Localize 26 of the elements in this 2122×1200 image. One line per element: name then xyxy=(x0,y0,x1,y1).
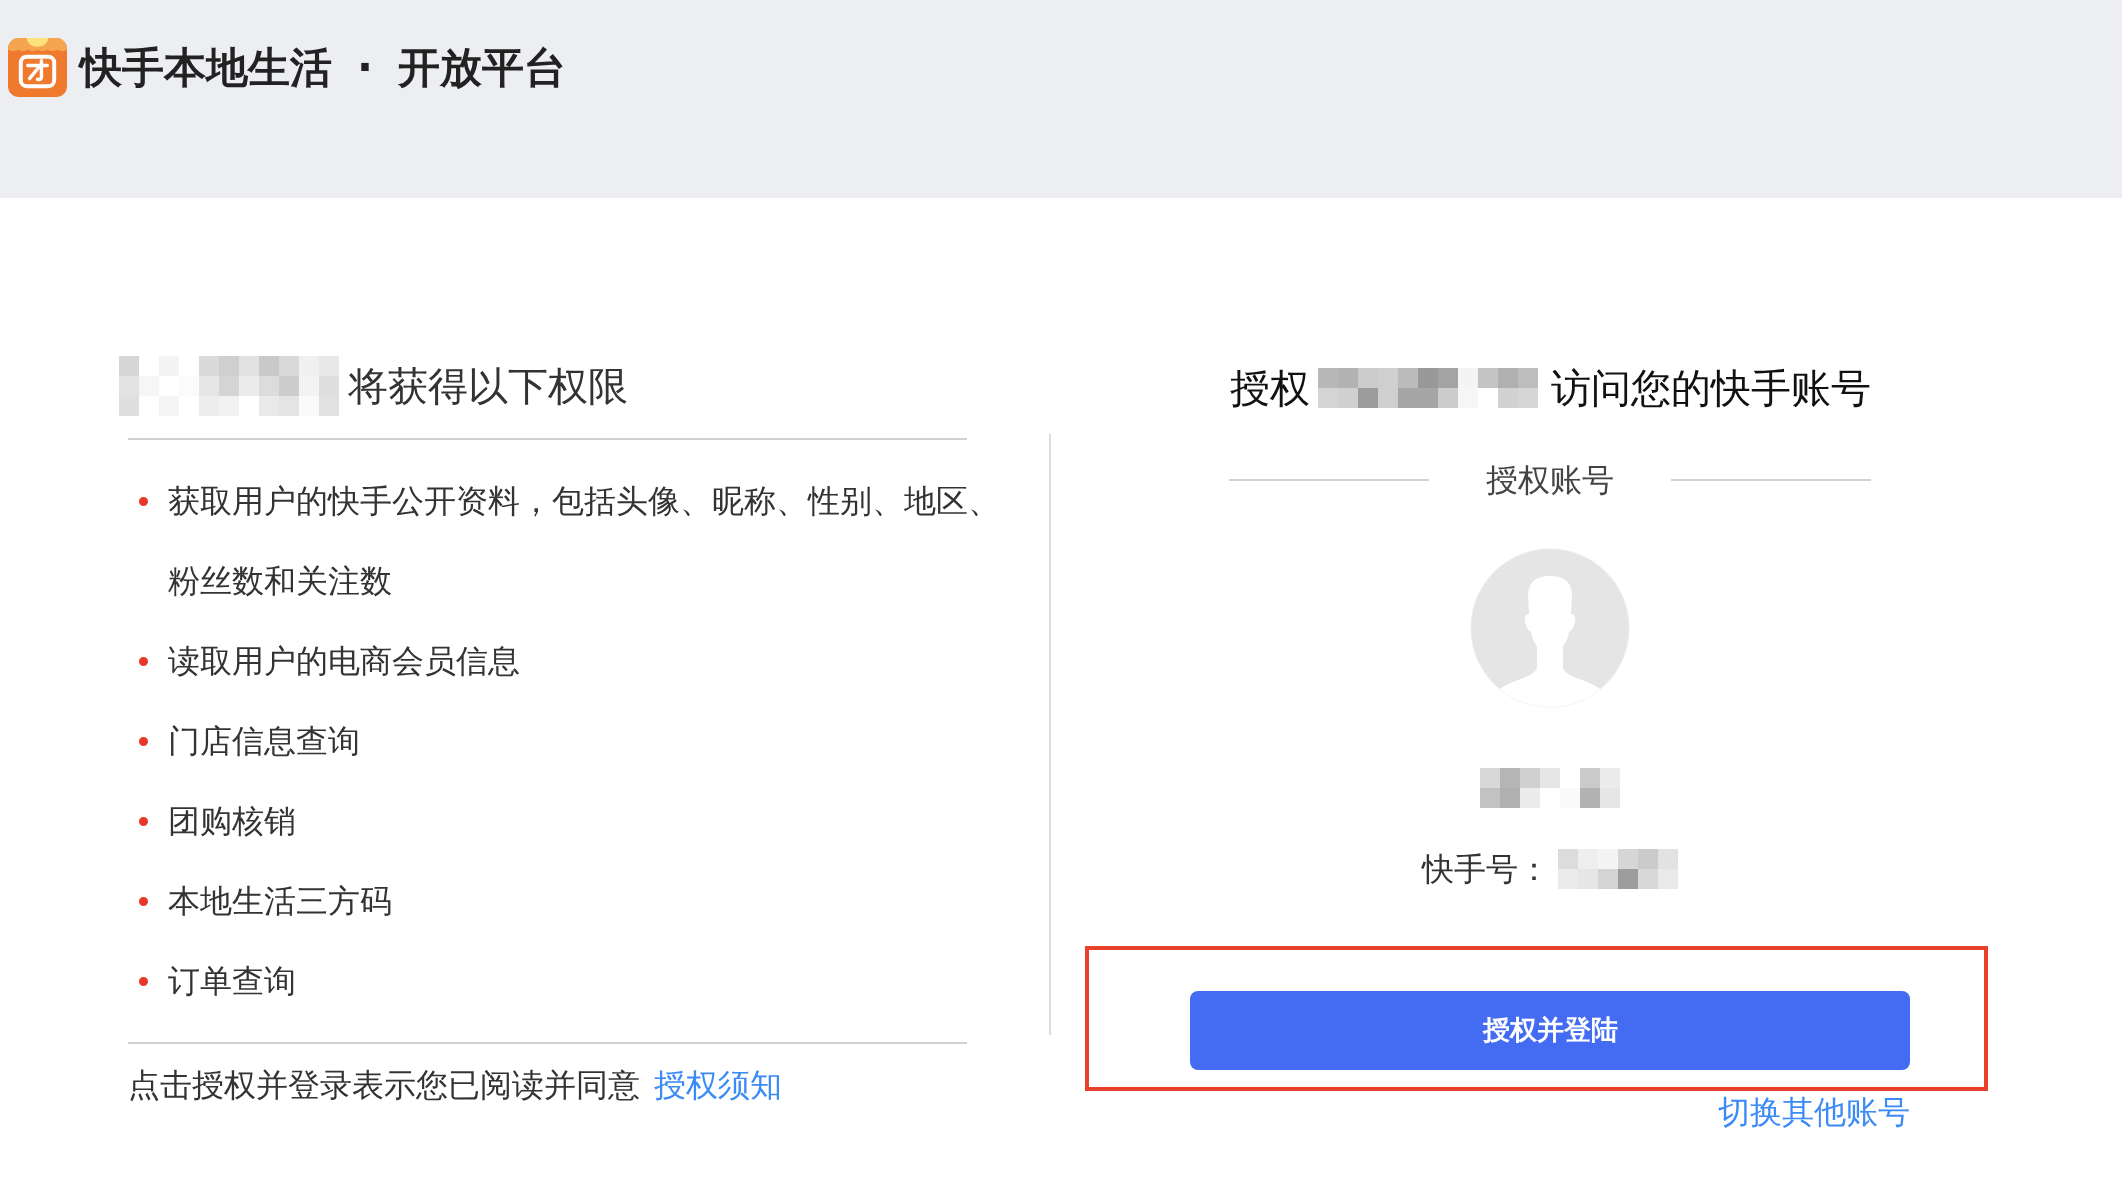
permission-item: 本地生活三方码 xyxy=(168,881,392,922)
permission-item: 订单查询 xyxy=(168,961,296,1002)
bullet-icon xyxy=(139,897,148,906)
bullet-icon xyxy=(139,657,148,666)
permission-item: 读取用户的电商会员信息 xyxy=(168,641,520,682)
app-logo-icon xyxy=(8,38,67,97)
bullet-icon xyxy=(139,977,148,986)
platform-title: 开放平台 xyxy=(398,42,566,94)
login-button[interactable]: 授权并登陆 xyxy=(1190,991,1910,1070)
permission-item: 门店信息查询 xyxy=(168,721,360,762)
bullet-icon xyxy=(139,497,148,506)
account-id-label: 快手号： xyxy=(1422,849,1550,889)
user-avatar-icon xyxy=(1470,548,1630,708)
bullet-icon xyxy=(139,817,148,826)
brand-title: 快手本地生活 xyxy=(80,42,332,94)
heading-text: 授权 xyxy=(1229,364,1310,413)
switch-account-link[interactable]: 切换其他账号 xyxy=(1718,1093,1910,1131)
permissions-heading: 将获得以下权限 xyxy=(348,362,628,411)
bullet-icon xyxy=(139,737,148,746)
consent-text: 点击授权并登录表示您已阅读并同意 授权须知 xyxy=(128,1065,782,1105)
terms-link[interactable]: 授权须知 xyxy=(654,1066,782,1104)
heading-text: 访问您的快手账号 xyxy=(1550,364,1871,413)
permission-item: 获取用户的快手公开资料，包括头像、昵称、性别、地区、粉丝数和关注数 xyxy=(168,481,1001,602)
permission-item: 团购核销 xyxy=(168,801,296,842)
title-separator: · xyxy=(356,42,374,94)
section-label: 授权账号 xyxy=(1486,460,1614,501)
